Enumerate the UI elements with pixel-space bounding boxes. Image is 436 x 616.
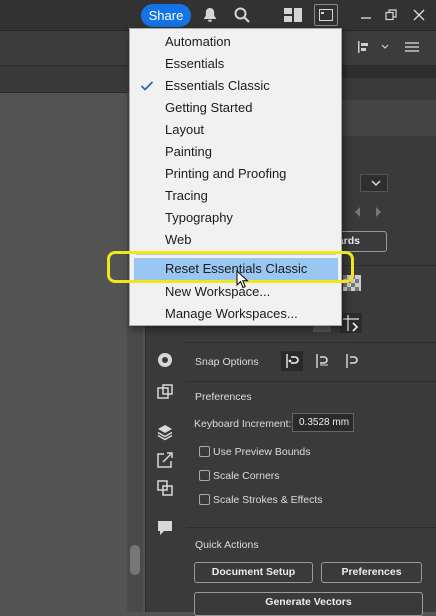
- panel-menu-icon[interactable]: [404, 40, 420, 54]
- menu-item-tracing[interactable]: Tracing: [131, 185, 340, 207]
- mouse-cursor-icon: [236, 269, 250, 290]
- snap-to-glyph-icon[interactable]: [311, 351, 333, 371]
- use-preview-bounds-checkbox[interactable]: [199, 446, 210, 457]
- menu-item-printing-and-proofing[interactable]: Printing and Proofing: [131, 163, 340, 185]
- artboard-nav-arrows-icon[interactable]: [348, 205, 388, 219]
- menu-item-label: Essentials Classic: [165, 78, 270, 93]
- menu-item-layout[interactable]: Layout: [131, 119, 340, 141]
- menu-item-web[interactable]: Web: [131, 229, 340, 251]
- preferences-button[interactable]: Preferences: [321, 562, 422, 583]
- preferences-heading: Preferences: [195, 391, 252, 403]
- scale-corners-checkbox[interactable]: [199, 470, 210, 481]
- close-icon[interactable]: [408, 5, 430, 25]
- document-setup-button[interactable]: Document Setup: [194, 562, 313, 583]
- use-preview-bounds-label: Use Preview Bounds: [213, 446, 311, 458]
- section-divider: [186, 381, 436, 382]
- workspace-switcher-icon[interactable]: [314, 4, 338, 26]
- generate-vectors-button[interactable]: Generate Vectors: [194, 592, 423, 616]
- bell-icon[interactable]: [199, 5, 221, 25]
- share-button[interactable]: Share: [141, 4, 191, 27]
- menu-item-painting[interactable]: Painting: [131, 141, 340, 163]
- snap-to-grid-icon[interactable]: [341, 351, 363, 371]
- menu-item-automation[interactable]: Automation: [131, 31, 340, 53]
- canvas-area[interactable]: [0, 93, 127, 612]
- comments-icon[interactable]: [153, 516, 177, 540]
- artboards-icon[interactable]: [153, 476, 177, 500]
- minimize-icon[interactable]: [355, 5, 377, 25]
- keyboard-increment-field[interactable]: 0.3528 mm: [292, 413, 354, 432]
- arrange-documents-icon[interactable]: [282, 5, 304, 25]
- menu-item-essentials-classic[interactable]: Essentials Classic: [131, 75, 340, 97]
- restore-icon[interactable]: [380, 5, 402, 25]
- menu-item-getting-started[interactable]: Getting Started: [131, 97, 340, 119]
- section-divider: [186, 527, 436, 528]
- highlight-annotation: [107, 251, 354, 283]
- snap-to-point-icon[interactable]: [281, 351, 303, 371]
- appearance-icon[interactable]: [153, 348, 177, 372]
- document-tab-strip: [0, 66, 145, 93]
- export-icon[interactable]: [153, 448, 177, 472]
- layers-icon[interactable]: [153, 420, 177, 444]
- snap-to-pixel-icon[interactable]: [340, 313, 362, 333]
- menu-item-manage-workspaces[interactable]: Manage Workspaces...: [131, 303, 340, 325]
- checkmark-icon: [140, 75, 154, 97]
- transform-icon[interactable]: [153, 380, 177, 404]
- scale-strokes-effects-checkbox[interactable]: [199, 494, 210, 505]
- section-divider: [186, 342, 436, 343]
- scale-corners-label: Scale Corners: [213, 470, 280, 482]
- menu-item-essentials[interactable]: Essentials: [131, 53, 340, 75]
- menu-item-typography[interactable]: Typography: [131, 207, 340, 229]
- scale-strokes-effects-label: Scale Strokes & Effects: [213, 494, 323, 506]
- snap-options-label: Snap Options: [195, 356, 259, 368]
- scrollbar-thumb[interactable]: [130, 545, 140, 575]
- search-icon[interactable]: [231, 5, 253, 25]
- keyboard-increment-label: Keyboard Increment:: [194, 418, 292, 430]
- align-options-icon[interactable]: [356, 39, 396, 55]
- dropdown-field[interactable]: [360, 174, 388, 192]
- quick-actions-heading: Quick Actions: [195, 539, 259, 551]
